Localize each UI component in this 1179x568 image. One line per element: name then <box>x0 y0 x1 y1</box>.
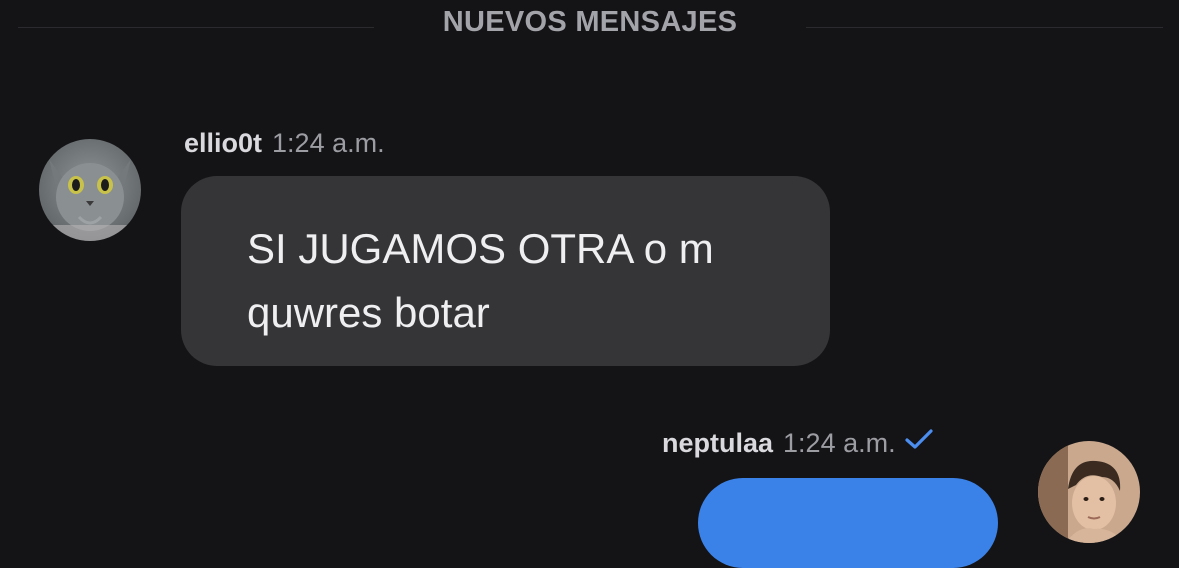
outgoing-message-bubble[interactable] <box>698 478 998 568</box>
username[interactable]: neptulaa <box>662 428 773 458</box>
message-meta-neptulaa: neptulaa 1:24 a.m. <box>662 428 934 460</box>
message-text: SI JUGAMOS OTRA o m quwres botar <box>247 225 714 336</box>
avatar-ellio0t[interactable] <box>39 139 141 241</box>
message-meta-ellio0t: ellio0t 1:24 a.m. <box>184 128 385 159</box>
username[interactable]: ellio0t <box>184 128 262 158</box>
new-messages-divider: NUEVOS MENSAJES <box>0 0 1179 56</box>
divider-line-left <box>18 27 374 28</box>
divider-line-right <box>806 27 1163 28</box>
incoming-message-bubble[interactable]: SI JUGAMOS OTRA o m quwres botar <box>181 176 830 366</box>
gray-cat-avatar-icon <box>39 139 141 241</box>
check-icon <box>904 426 934 457</box>
avatar-neptulaa[interactable] <box>1038 441 1140 543</box>
timestamp: 1:24 a.m. <box>272 128 385 158</box>
timestamp: 1:24 a.m. <box>783 428 896 458</box>
user-photo-avatar-icon <box>1038 441 1140 543</box>
new-messages-label: NUEVOS MENSAJES <box>442 6 738 38</box>
